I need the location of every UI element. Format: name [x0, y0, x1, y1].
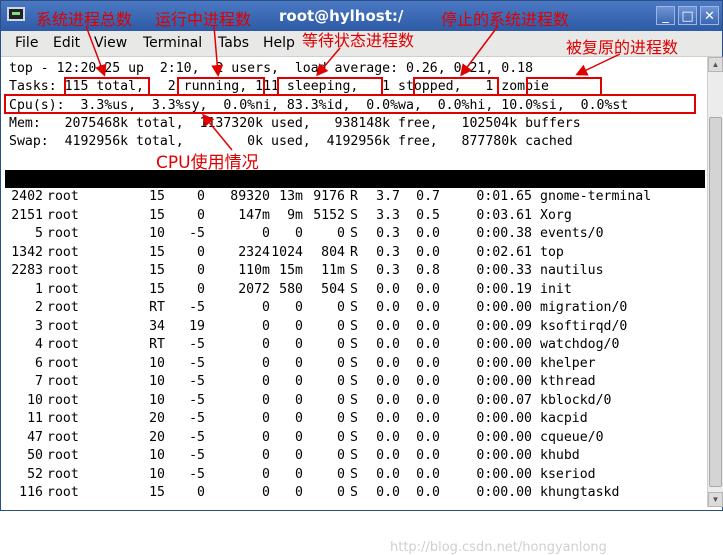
annotation-arrows [85, 25, 621, 151]
arrow-sleeping [316, 47, 341, 77]
arrow-total [85, 25, 107, 77]
arrow-running [211, 25, 224, 77]
arrow-cpu [202, 113, 233, 151]
arrow-stopped [460, 25, 499, 77]
arrow-zombie [575, 53, 621, 76]
watermark: http://blog.csdn.net/hongyanlong [390, 540, 607, 555]
